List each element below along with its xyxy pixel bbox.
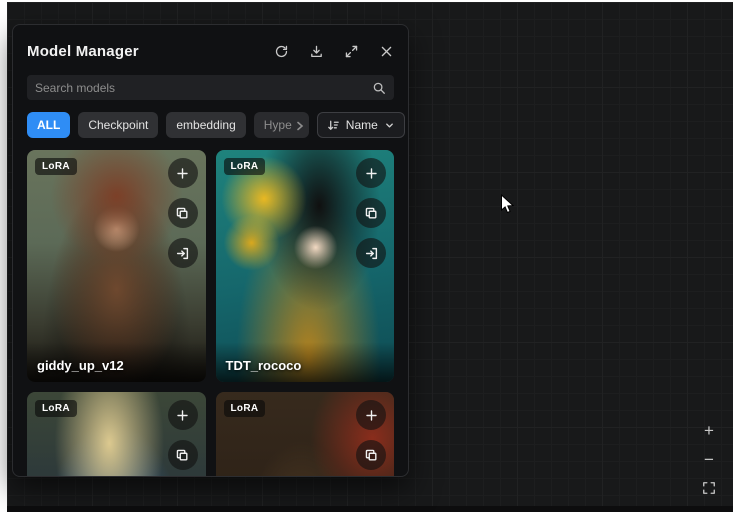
filter-chip-all[interactable]: ALL <box>27 112 70 138</box>
refresh-icon[interactable] <box>273 43 289 59</box>
sort-icon <box>327 119 340 132</box>
panel-header: Model Manager <box>27 33 394 69</box>
copy-icon[interactable] <box>168 440 198 470</box>
model-name: TDT_rococo <box>216 342 395 382</box>
model-type-badge: LoRA <box>224 400 266 417</box>
panel-toolbar <box>273 43 394 59</box>
filter-chip-hypernetwork[interactable]: Hype <box>254 112 309 138</box>
card-actions <box>356 400 386 470</box>
close-icon[interactable] <box>378 43 394 59</box>
add-icon[interactable] <box>356 158 386 188</box>
copy-icon[interactable] <box>356 198 386 228</box>
copy-icon[interactable] <box>168 198 198 228</box>
search-input[interactable] <box>35 81 372 95</box>
add-icon[interactable] <box>168 158 198 188</box>
search-box <box>27 75 394 100</box>
model-type-badge: LoRA <box>224 158 266 175</box>
card-actions <box>168 158 198 268</box>
canvas-zoom-controls: + − <box>699 420 719 498</box>
copy-icon[interactable] <box>356 440 386 470</box>
filter-chip-label: Hype <box>264 118 292 132</box>
card-actions <box>356 158 386 268</box>
model-card[interactable]: LoRA <box>27 392 206 476</box>
filter-chip-embedding[interactable]: embedding <box>166 112 245 138</box>
model-card[interactable]: LoRA TDT_rococo <box>216 150 395 382</box>
add-icon[interactable] <box>356 400 386 430</box>
model-card[interactable]: LoRA giddy_up_v12 <box>27 150 206 382</box>
panel-title: Model Manager <box>27 43 139 60</box>
screen: Model Manager <box>0 0 733 512</box>
filter-row: ALL Checkpoint embedding Hype Name <box>27 112 394 138</box>
expand-icon[interactable] <box>343 43 359 59</box>
model-manager-panel: Model Manager <box>12 24 409 477</box>
model-type-badge: LoRA <box>35 400 77 417</box>
import-icon[interactable] <box>356 238 386 268</box>
fit-view-icon[interactable] <box>699 478 719 498</box>
search-icon[interactable] <box>372 81 386 95</box>
download-icon[interactable] <box>308 43 324 59</box>
filter-chip-checkpoint[interactable]: Checkpoint <box>78 112 158 138</box>
model-card-grid: LoRA giddy_up_v12 LoRA <box>27 150 394 476</box>
chevron-right-icon <box>295 120 305 130</box>
model-name: giddy_up_v12 <box>27 342 206 382</box>
zoom-out-button[interactable]: − <box>699 449 719 469</box>
card-actions <box>168 400 198 470</box>
import-icon[interactable] <box>168 238 198 268</box>
model-type-badge: LoRA <box>35 158 77 175</box>
model-card[interactable]: LoRA <box>216 392 395 476</box>
zoom-in-button[interactable]: + <box>699 420 719 440</box>
sort-label: Name <box>346 118 378 132</box>
add-icon[interactable] <box>168 400 198 430</box>
sort-dropdown[interactable]: Name <box>317 112 405 138</box>
chevron-down-icon <box>384 120 395 131</box>
canvas-bottom-strip <box>7 506 733 512</box>
